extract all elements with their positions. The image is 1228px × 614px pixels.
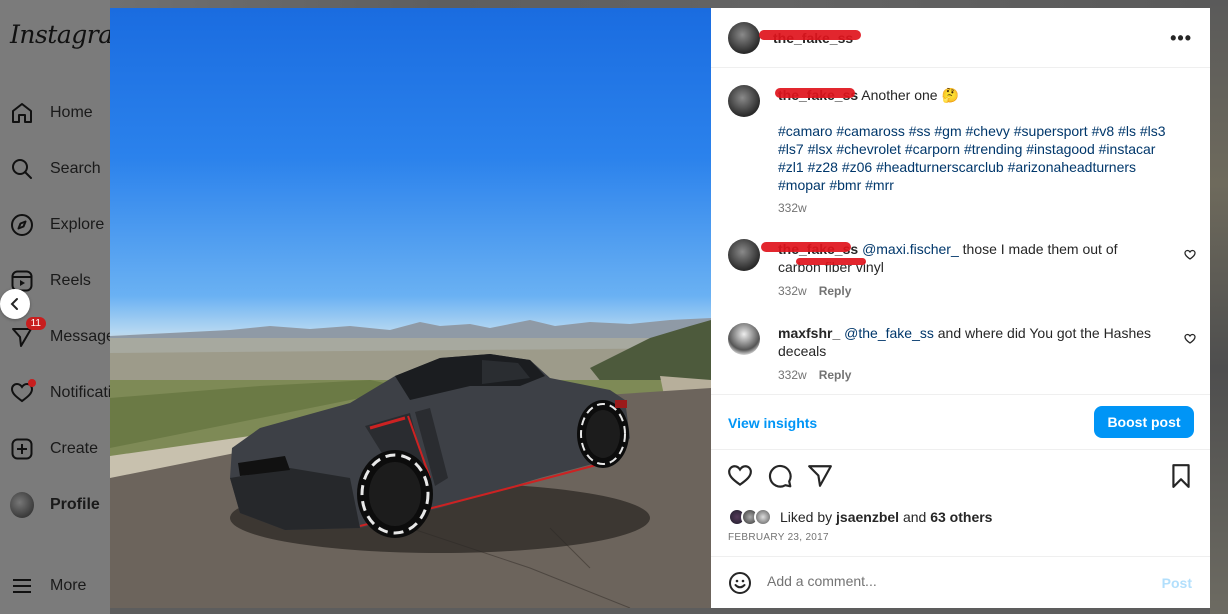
- add-comment-bar: Post: [711, 556, 1210, 608]
- likes-and: and: [902, 509, 927, 525]
- redaction-mark: [759, 30, 861, 40]
- sidebar-item-label: Home: [50, 104, 93, 121]
- comment-avatar[interactable]: [728, 323, 760, 355]
- comment-meta: 332w Reply: [778, 368, 851, 382]
- post-details-panel: the_fake_ss ••• the_fake_ss Another one …: [711, 8, 1210, 608]
- sidebar-item-label: Profile: [50, 496, 100, 513]
- chevron-left-icon: [10, 298, 18, 310]
- caption-hashtags[interactable]: #camaro #camaross #ss #gm #chevy #supers…: [778, 122, 1183, 194]
- save-icon[interactable]: [1168, 463, 1194, 489]
- sidebar-item-profile[interactable]: Profile: [10, 487, 100, 523]
- sidebar-item-more[interactable]: More: [10, 568, 86, 604]
- sidebar-item-create[interactable]: Create: [10, 431, 98, 467]
- post-comment-button[interactable]: Post: [1162, 575, 1192, 591]
- redaction-mark: [796, 258, 866, 265]
- profile-avatar: [10, 492, 34, 518]
- likes-summary: Liked by jsaenzbel and 63 others: [728, 508, 992, 526]
- unread-badge: 11: [25, 317, 46, 330]
- likes-prefix: Liked by: [780, 509, 833, 525]
- redaction-mark: [761, 242, 851, 252]
- author-avatar[interactable]: [728, 22, 760, 54]
- menu-icon: [10, 574, 34, 598]
- like-icon[interactable]: [727, 463, 753, 489]
- sidebar-item-explore[interactable]: Explore: [10, 207, 104, 243]
- sidebar-item-label: More: [50, 577, 87, 594]
- notification-dot: [28, 379, 36, 387]
- comment-time: 332w: [778, 368, 807, 382]
- heart-icon: [10, 379, 36, 405]
- post-image[interactable]: [110, 8, 711, 608]
- liker-avatars: [728, 508, 772, 526]
- post-header: the_fake_ss •••: [711, 8, 1210, 68]
- post-actions: [711, 463, 1210, 493]
- comment-mention[interactable]: @the_fake_ss: [844, 325, 934, 341]
- reply-button[interactable]: Reply: [819, 368, 852, 382]
- redaction-mark: [775, 88, 855, 98]
- comment-mention[interactable]: @maxi.fischer_: [862, 241, 959, 257]
- comment-icon[interactable]: [767, 463, 793, 489]
- caption-text: Another one 🤔: [861, 87, 959, 103]
- sidebar-item-search[interactable]: Search: [10, 151, 101, 187]
- caption-author-avatar[interactable]: [728, 85, 760, 117]
- emoji-icon[interactable]: [728, 571, 752, 595]
- comment-avatar[interactable]: [728, 239, 760, 271]
- reply-button[interactable]: Reply: [819, 284, 852, 298]
- home-icon: [10, 101, 34, 125]
- post-date: FEBRUARY 23, 2017: [728, 532, 829, 543]
- likes-others-link[interactable]: 63 others: [930, 509, 992, 525]
- liker-username[interactable]: jsaenzbel: [836, 509, 899, 525]
- view-insights-link[interactable]: View insights: [728, 415, 817, 431]
- liker-avatar[interactable]: [754, 508, 772, 526]
- like-comment-icon[interactable]: [1184, 333, 1196, 345]
- boost-post-button[interactable]: Boost post: [1094, 406, 1194, 438]
- compass-icon: [10, 213, 34, 237]
- plus-square-icon: [10, 437, 34, 461]
- sidebar-item-label: Explore: [50, 216, 105, 233]
- previous-post-button[interactable]: [0, 289, 30, 319]
- background-grid: [1210, 0, 1228, 614]
- background-grid: [110, 0, 1210, 8]
- search-icon: [10, 157, 34, 181]
- messenger-icon: 11: [10, 317, 46, 349]
- sidebar-item-label: Search: [50, 160, 101, 177]
- sidebar-item-home[interactable]: Home: [10, 95, 93, 131]
- caption-time: 332w: [778, 201, 807, 215]
- comment-time: 332w: [778, 284, 807, 298]
- sidebar-item-label: Reels: [50, 272, 91, 289]
- share-icon[interactable]: [807, 463, 833, 489]
- like-comment-icon[interactable]: [1184, 249, 1196, 261]
- sidebar-item-label: Create: [50, 440, 99, 457]
- comment-author[interactable]: maxfshr_: [778, 325, 840, 341]
- add-comment-input[interactable]: [767, 573, 1147, 589]
- more-options-button[interactable]: •••: [1170, 28, 1192, 49]
- comment: maxfshr_ @the_fake_ss and where did You …: [778, 324, 1158, 360]
- comment-meta: 332w Reply: [778, 284, 851, 298]
- background-grid: [110, 608, 1210, 614]
- insights-bar: View insights Boost post: [711, 394, 1210, 450]
- sidebar-item-messages[interactable]: 11 Messages: [10, 317, 123, 355]
